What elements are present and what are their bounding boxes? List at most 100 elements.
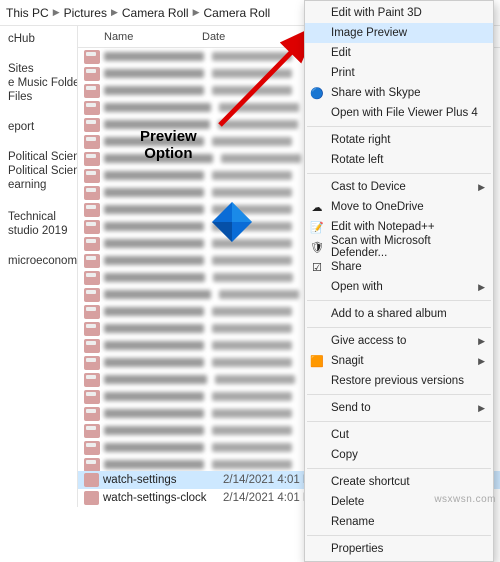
menu-separator [307,327,491,328]
image-file-icon [84,101,100,115]
image-file-icon [84,169,100,183]
image-file-icon [84,135,100,149]
context-menu-item[interactable]: Rotate right [305,130,493,150]
menu-item-label: Add to a shared album [331,308,447,320]
menu-item-label: Cast to Device [331,181,406,193]
watermark: wsxwsn.com [434,494,496,505]
context-menu-item[interactable]: 🛡 Scan with Microsoft Defender... [305,237,493,257]
sidebar-item[interactable]: Sites [0,62,77,76]
file-name: watch-settings [103,474,223,486]
sidebar-item[interactable]: cHub [0,32,77,46]
menu-item-label: Print [331,67,355,79]
breadcrumb-item[interactable]: This PC [6,6,49,20]
menu-item-icon: ☑ [310,260,324,274]
sidebar-item[interactable]: earning [0,178,77,192]
context-menu-item[interactable]: Cut [305,425,493,445]
breadcrumb-item[interactable]: Camera Roll [204,6,271,20]
image-file-icon [84,50,100,64]
image-file-icon [84,356,100,370]
menu-item-label: Image Preview [331,27,407,39]
context-menu-item[interactable]: Image Preview [305,23,493,43]
sidebar-item[interactable]: e Music Folder [0,76,77,90]
breadcrumb-item[interactable]: Camera Roll [122,6,189,20]
sidebar-item[interactable]: microeconomics [0,254,77,268]
image-file-icon [84,491,99,505]
menu-item-label: Open with [331,281,383,293]
sidebar-item[interactable]: Technical [0,210,77,224]
menu-separator [307,535,491,536]
chevron-right-icon: ▶ [478,356,485,367]
context-menu[interactable]: Edit with Paint 3D Image Preview Edit Print… [304,0,494,562]
image-file-icon [84,373,100,387]
menu-item-label: Cut [331,429,349,441]
context-menu-item[interactable]: Create shortcut [305,472,493,492]
menu-item-icon: 🟧 [310,354,324,368]
context-menu-item[interactable]: Properties [305,539,493,559]
menu-item-label: Open with File Viewer Plus 4 [331,107,478,119]
image-file-icon [84,424,100,438]
chevron-right-icon: ▶ [478,282,485,293]
menu-item-label: Properties [331,543,383,555]
column-date[interactable]: Date [198,31,318,43]
chevron-right-icon: ▶ [478,403,485,414]
image-file-icon [84,305,100,319]
image-file-icon [84,339,100,353]
context-menu-item[interactable]: Edit with Paint 3D [305,3,493,23]
sidebar-item[interactable]: studio 2019 [0,224,77,238]
image-file-icon [84,118,100,132]
context-menu-item[interactable]: Open with ▶ [305,277,493,297]
column-name[interactable]: Name [78,31,198,43]
file-name: watch-settings-clock [103,492,223,504]
image-file-icon [84,203,100,217]
context-menu-item[interactable]: 📝Edit with Notepad++ [305,217,493,237]
menu-item-label: Share with Skype [331,87,421,99]
menu-item-label: Share [331,261,362,273]
sidebar[interactable]: cHub Sitese Music FolderFiles eport Politic… [0,26,78,507]
image-file-icon [84,473,99,487]
image-file-icon [84,84,100,98]
sidebar-item[interactable]: Files [0,90,77,104]
menu-item-icon: 🛡 [310,240,324,254]
image-file-icon [84,237,100,251]
chevron-right-icon: ▶ [478,336,485,347]
context-menu-item[interactable]: ☑ Share [305,257,493,277]
image-file-icon [84,220,100,234]
menu-item-label: Edit with Paint 3D [331,7,422,19]
menu-item-label: Edit [331,47,351,59]
chevron-right-icon: ▶ [53,7,60,18]
menu-item-label: Move to OneDrive [331,201,424,213]
menu-separator [307,421,491,422]
context-menu-item[interactable]: Rotate left [305,150,493,170]
image-file-icon [84,390,100,404]
chevron-right-icon: ▶ [111,7,118,18]
breadcrumb-item[interactable]: Pictures [64,6,107,20]
menu-item-label: Create shortcut [331,476,410,488]
sidebar-item[interactable]: Political Science [0,150,77,164]
context-menu-item[interactable]: 🟧 Snagit ▶ [305,351,493,371]
context-menu-item[interactable]: Restore previous versions [305,371,493,391]
context-menu-item[interactable]: Open with File Viewer Plus 4 [305,103,493,123]
menu-item-label: Rotate left [331,154,383,166]
context-menu-item[interactable]: Add to a shared album [305,304,493,324]
context-menu-item[interactable]: Copy [305,445,493,465]
chevron-right-icon: ▶ [478,182,485,193]
context-menu-item[interactable]: Print [305,63,493,83]
menu-item-label: Copy [331,449,358,461]
menu-separator [307,468,491,469]
context-menu-item[interactable]: 🔵Share with Skype [305,83,493,103]
image-file-icon [84,254,100,268]
context-menu-item[interactable]: Rename [305,512,493,532]
context-menu-item[interactable]: Send to▶ [305,398,493,418]
menu-item-label: Snagit [331,355,364,367]
menu-item-label: Scan with Microsoft Defender... [331,235,485,259]
chevron-right-icon: ▶ [193,7,200,18]
menu-item-label: Rename [331,516,374,528]
image-file-icon [84,67,100,81]
context-menu-item[interactable]: Edit [305,43,493,63]
sidebar-item[interactable]: eport [0,120,77,134]
context-menu-item[interactable]: ☁Move to OneDrive [305,197,493,217]
context-menu-item[interactable]: Give access to▶ [305,331,493,351]
context-menu-item[interactable]: Cast to Device ▶ [305,177,493,197]
sidebar-item[interactable]: Political Science [0,164,77,178]
menu-separator [307,300,491,301]
